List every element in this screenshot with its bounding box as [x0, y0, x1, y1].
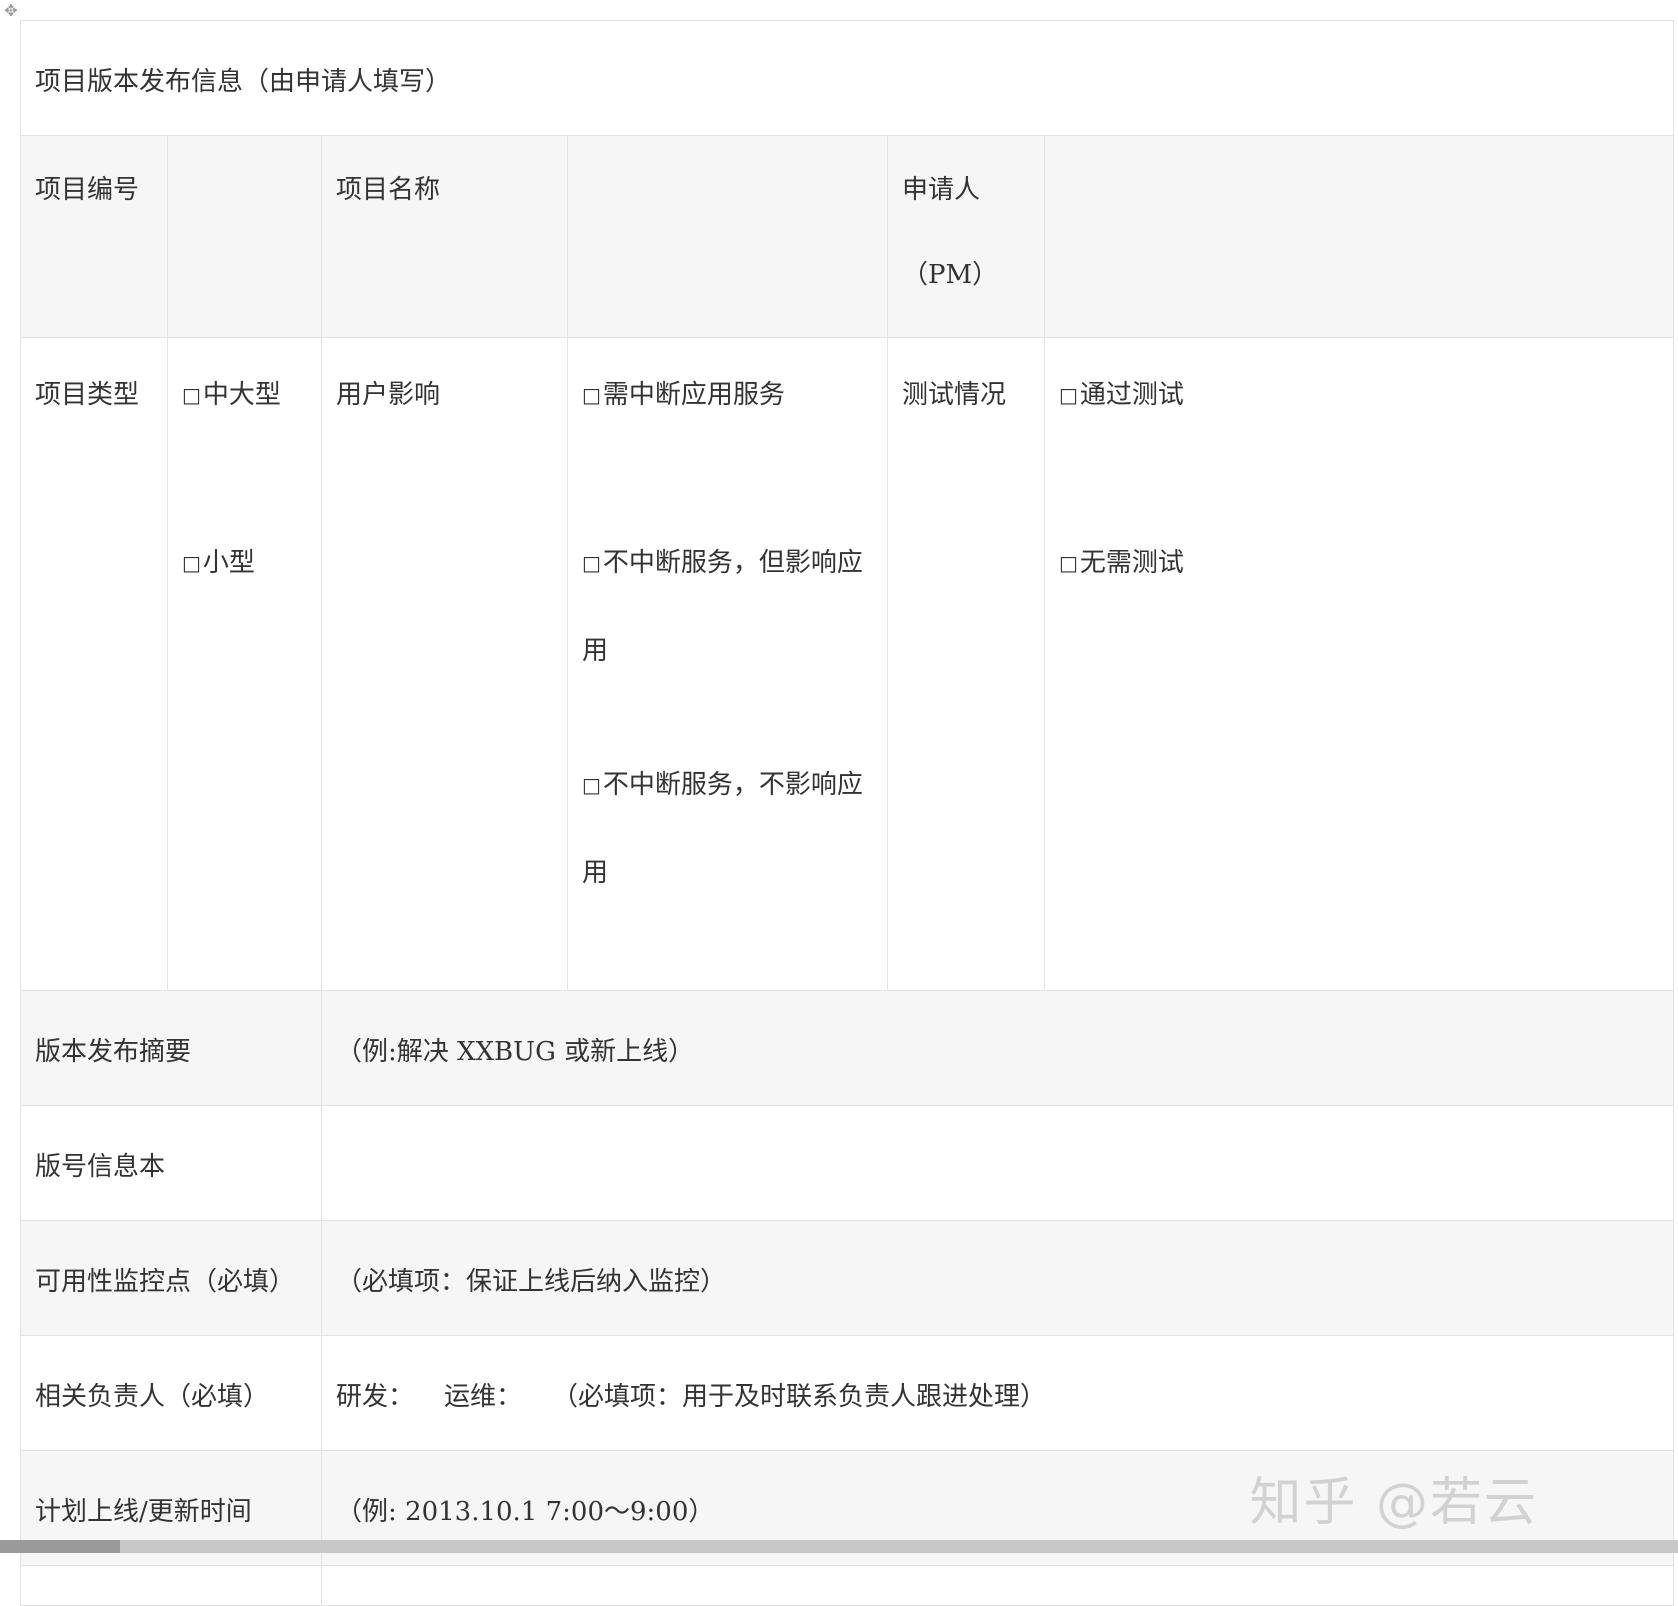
schedule-label: 计划上线/更新时间 — [35, 1497, 252, 1527]
monitor-value-cell[interactable]: （必填项：保证上线后纳入监控） — [320, 1220, 1675, 1336]
checkbox-icon[interactable]: □ — [582, 383, 601, 407]
monitor-row: 可用性监控点（必填） （必填项：保证上线后纳入监控） — [20, 1220, 1675, 1336]
impact-option-no-interrupt-affect[interactable]: □不中断服务，但影响应用 — [582, 546, 873, 668]
partial-row — [20, 1565, 1675, 1606]
user-impact-options-cell: □需中断应用服务 □不中断服务，但影响应用 □不中断服务，不影响应用 — [567, 337, 888, 991]
impact-option-label: 不中断服务，不影响应 — [602, 770, 863, 800]
monitor-label-cell: 可用性监控点（必填） — [20, 1220, 322, 1336]
summary-label: 版本发布摘要 — [35, 1037, 192, 1067]
user-impact-label-cell: 用户影响 — [321, 337, 568, 991]
impact-option-no-interrupt-no-affect[interactable]: □不中断服务，不影响应用 — [582, 768, 873, 890]
user-impact-label: 用户影响 — [336, 380, 441, 410]
move-icon[interactable]: ✥ — [0, 0, 22, 22]
project-name-value-cell[interactable] — [567, 135, 888, 338]
owner-label-cell: 相关负责人（必填） — [20, 1335, 322, 1451]
project-type-row: 项目类型 □中大型 □小型 用户影响 □需中断应用服务 □不中断服务，但影响应用… — [20, 337, 1675, 991]
summary-value-cell[interactable]: （例:解决 XXBUG 或新上线） — [320, 990, 1675, 1106]
checkbox-icon[interactable]: □ — [182, 551, 201, 575]
form-title: 项目版本发布信息（由申请人填写） — [35, 67, 452, 97]
version-row: 版号信息本 — [20, 1105, 1675, 1221]
owner-ops-label: 运维： — [444, 1382, 523, 1412]
owner-value-cell[interactable]: 研发： 运维： （必填项：用于及时联系负责人跟进处理） — [320, 1335, 1675, 1451]
owner-label: 相关负责人（必填） — [35, 1382, 270, 1412]
test-status-label: 测试情况 — [902, 380, 1007, 410]
summary-label-cell: 版本发布摘要 — [20, 990, 322, 1106]
test-status-options-cell: □通过测试 □无需测试 — [1043, 337, 1675, 991]
type-option-label: 中大型 — [202, 380, 281, 410]
version-value-cell[interactable] — [320, 1105, 1675, 1221]
partial-row-label-cell — [20, 1565, 322, 1606]
title-cell: 项目版本发布信息（由申请人填写） — [19, 20, 1675, 136]
summary-value: （例:解决 XXBUG 或新上线） — [336, 1037, 695, 1067]
project-type-label-cell: 项目类型 — [20, 337, 168, 991]
applicant-label: 申请人 — [902, 175, 981, 205]
impact-option-interrupt[interactable]: □需中断应用服务 — [582, 378, 873, 412]
type-option-small[interactable]: □小型 — [182, 546, 307, 580]
summary-row: 版本发布摘要 （例:解决 XXBUG 或新上线） — [20, 990, 1675, 1106]
owner-row: 相关负责人（必填） 研发： 运维： （必填项：用于及时联系负责人跟进处理） — [20, 1335, 1675, 1451]
project-type-label: 项目类型 — [35, 380, 140, 410]
checkbox-icon[interactable]: □ — [1059, 383, 1078, 407]
applicant-sub-label: （PM） — [902, 260, 999, 290]
test-option-not-needed[interactable]: □无需测试 — [1059, 546, 1659, 580]
release-form-table: 项目版本发布信息（由申请人填写） 项目编号 项目名称 申请人 （PM） 项目类型 — [19, 20, 1675, 1606]
test-status-label-cell: 测试情况 — [887, 337, 1045, 991]
version-label: 版号信息本 — [35, 1152, 166, 1182]
impact-option-label-cont: 用 — [582, 636, 609, 666]
checkbox-icon[interactable]: □ — [582, 551, 601, 575]
monitor-value: （必填项：保证上线后纳入监控） — [336, 1267, 727, 1297]
applicant-label-cell: 申请人 （PM） — [887, 135, 1045, 338]
checkbox-icon[interactable]: □ — [1059, 551, 1078, 575]
horizontal-scrollbar[interactable] — [0, 1540, 1678, 1553]
impact-option-label-cont: 用 — [582, 858, 609, 888]
owner-dev-label: 研发： — [336, 1382, 415, 1412]
scrollbar-thumb[interactable] — [0, 1540, 120, 1553]
partial-row-value-cell — [320, 1565, 1675, 1606]
project-info-row: 项目编号 项目名称 申请人 （PM） — [20, 135, 1675, 338]
test-option-passed[interactable]: □通过测试 — [1059, 378, 1659, 412]
project-name-label-cell: 项目名称 — [321, 135, 568, 338]
type-option-large[interactable]: □中大型 — [182, 378, 307, 412]
title-row: 项目版本发布信息（由申请人填写） — [19, 20, 1675, 136]
test-option-label: 无需测试 — [1079, 548, 1184, 578]
version-label-cell: 版号信息本 — [20, 1105, 322, 1221]
checkbox-icon[interactable]: □ — [582, 773, 601, 797]
project-number-label-cell: 项目编号 — [20, 135, 168, 338]
checkbox-icon[interactable]: □ — [182, 383, 201, 407]
monitor-label: 可用性监控点（必填） — [35, 1267, 296, 1297]
test-option-label: 通过测试 — [1079, 380, 1184, 410]
impact-option-label: 需中断应用服务 — [602, 380, 785, 410]
project-type-options-cell: □中大型 □小型 — [167, 337, 322, 991]
applicant-value-cell[interactable] — [1043, 135, 1675, 338]
project-number-label: 项目编号 — [35, 175, 140, 205]
project-name-label: 项目名称 — [336, 175, 441, 205]
impact-option-label: 不中断服务，但影响应 — [602, 548, 863, 578]
type-option-label: 小型 — [202, 548, 255, 578]
project-number-value-cell[interactable] — [167, 135, 322, 338]
watermark: 知乎 @若云 — [1249, 1473, 1538, 1533]
owner-note: （必填项：用于及时联系负责人跟进处理） — [552, 1382, 1047, 1412]
